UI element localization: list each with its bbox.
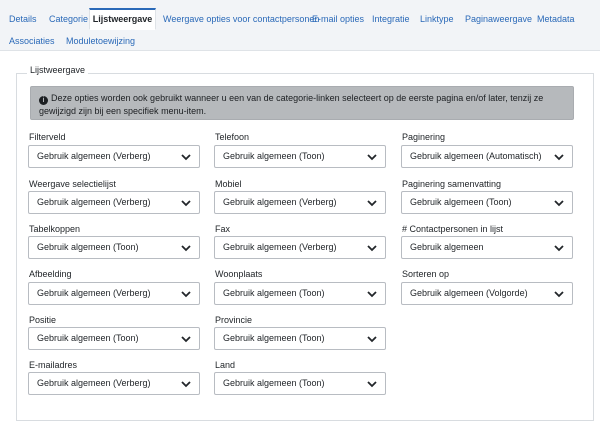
tab-details[interactable]: Details (9, 9, 37, 29)
select-value: Gebruik algemeen (Verberg) (223, 197, 337, 207)
label-woonplaats: Woonplaats (215, 269, 263, 279)
chevron-down-icon (554, 291, 564, 298)
chevron-down-icon (367, 154, 377, 161)
label-emailadres: E-mailadres (29, 360, 78, 370)
select-value: Gebruik algemeen (Verberg) (223, 242, 337, 252)
chevron-down-icon (181, 291, 191, 298)
chevron-down-icon (554, 200, 564, 207)
chevron-down-icon (181, 245, 191, 252)
tab-associaties[interactable]: Associaties (9, 31, 55, 51)
label-tabelkoppen: Tabelkoppen (29, 224, 81, 234)
tab-integratie[interactable]: Integratie (372, 9, 410, 29)
label-fax: Fax (215, 224, 231, 234)
select-tabelkoppen[interactable]: Gebruik algemeen (Toon) (28, 236, 200, 259)
info-text: Deze opties worden ook gebruikt wanneer … (39, 93, 544, 116)
chevron-down-icon (367, 200, 377, 207)
select-paginering[interactable]: Gebruik algemeen (Automatisch) (401, 145, 573, 168)
tab-moduletoewijzing[interactable]: Moduletoewijzing (66, 31, 135, 51)
tab-categorie[interactable]: Categorie (49, 9, 88, 29)
select-value: Gebruik algemeen (Toon) (37, 242, 139, 252)
chevron-down-icon (367, 336, 377, 343)
chevron-down-icon (181, 381, 191, 388)
select-value: Gebruik algemeen (Verberg) (37, 288, 151, 298)
label-filterveld: Filterveld (29, 132, 66, 142)
chevron-down-icon (181, 200, 191, 207)
label-provincie: Provincie (215, 315, 253, 325)
select-value: Gebruik algemeen (Automatisch) (410, 151, 542, 161)
select-woonplaats[interactable]: Gebruik algemeen (Toon) (214, 282, 386, 305)
select-mobiel[interactable]: Gebruik algemeen (Verberg) (214, 191, 386, 214)
select-sorteren-op[interactable]: Gebruik algemeen (Volgorde) (401, 282, 573, 305)
tab-paginaweergave[interactable]: Paginaweergave (465, 9, 532, 29)
tab-bar: Details Categorie Lijstweergave Weergave… (0, 0, 600, 50)
label-weergave-selectielijst: Weergave selectielijst (29, 179, 116, 189)
info-alert: i Deze opties worden ook gebruikt wanneer… (30, 86, 574, 120)
chevron-down-icon (367, 381, 377, 388)
chevron-down-icon (181, 336, 191, 343)
label-telefoon: Telefoon (215, 132, 250, 142)
chevron-down-icon (554, 245, 564, 252)
label-paginering: Paginering (402, 132, 446, 142)
info-circle-icon: i (39, 96, 48, 105)
select-value: Gebruik algemeen (Verberg) (37, 197, 151, 207)
chevron-down-icon (181, 154, 191, 161)
fieldset-legend: Lijstweergave (27, 65, 89, 75)
select-contactpersonen-in-lijst[interactable]: Gebruik algemeen (401, 236, 573, 259)
select-value: Gebruik algemeen (Toon) (223, 333, 325, 343)
label-contactpersonen-in-lijst: # Contactpersonen in lijst (402, 224, 504, 234)
label-afbeelding: Afbeelding (29, 269, 72, 279)
label-paginering-samenvatting: Paginering samenvatting (402, 179, 502, 189)
select-land[interactable]: Gebruik algemeen (Toon) (214, 372, 386, 395)
label-land: Land (215, 360, 236, 370)
select-positie[interactable]: Gebruik algemeen (Toon) (28, 327, 200, 350)
select-value: Gebruik algemeen (Toon) (410, 197, 512, 207)
select-paginering-samenvatting[interactable]: Gebruik algemeen (Toon) (401, 191, 573, 214)
select-value: Gebruik algemeen (410, 242, 484, 252)
select-weergave-selectielijst[interactable]: Gebruik algemeen (Verberg) (28, 191, 200, 214)
label-positie: Positie (29, 315, 57, 325)
chevron-down-icon (554, 154, 564, 161)
tab-linktype[interactable]: Linktype (420, 9, 454, 29)
tab-lijstweergave[interactable]: Lijstweergave (89, 8, 156, 30)
select-afbeelding[interactable]: Gebruik algemeen (Verberg) (28, 282, 200, 305)
label-mobiel: Mobiel (215, 179, 242, 189)
select-fax[interactable]: Gebruik algemeen (Verberg) (214, 236, 386, 259)
select-value: Gebruik algemeen (Verberg) (37, 378, 151, 388)
select-value: Gebruik algemeen (Toon) (223, 378, 325, 388)
select-value: Gebruik algemeen (Toon) (223, 151, 325, 161)
select-value: Gebruik algemeen (Verberg) (37, 151, 151, 161)
select-telefoon[interactable]: Gebruik algemeen (Toon) (214, 145, 386, 168)
chevron-down-icon (367, 291, 377, 298)
tab-metadata[interactable]: Metadata (537, 9, 575, 29)
chevron-down-icon (367, 245, 377, 252)
select-emailadres[interactable]: Gebruik algemeen (Verberg) (28, 372, 200, 395)
select-value: Gebruik algemeen (Volgorde) (410, 288, 528, 298)
select-provincie[interactable]: Gebruik algemeen (Toon) (214, 327, 386, 350)
select-value: Gebruik algemeen (Toon) (223, 288, 325, 298)
tab-email-opties[interactable]: E-mail opties (312, 9, 364, 29)
label-sorteren-op: Sorteren op (402, 269, 450, 279)
tab-weergave-opties-contactpersonen[interactable]: Weergave opties voor contactpersonen (163, 9, 319, 29)
select-filterveld[interactable]: Gebruik algemeen (Verberg) (28, 145, 200, 168)
select-value: Gebruik algemeen (Toon) (37, 333, 139, 343)
